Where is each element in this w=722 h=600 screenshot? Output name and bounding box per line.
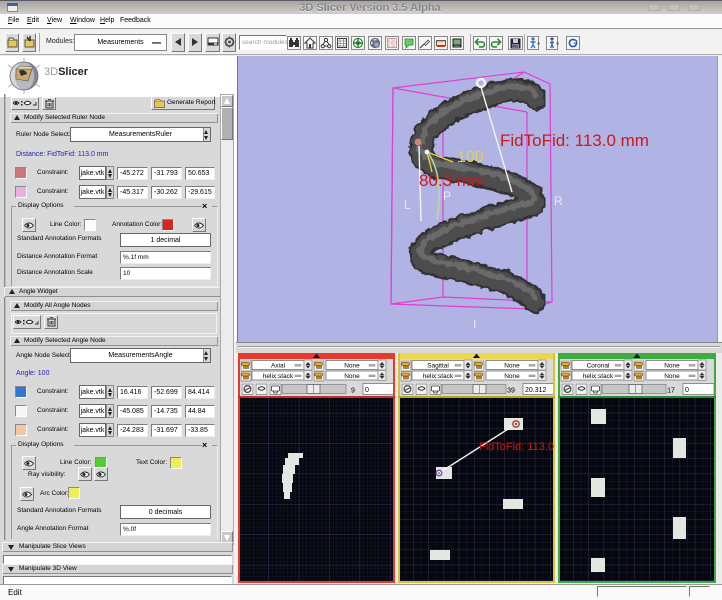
svg-text:None: None [664,373,680,380]
svg-text:17: 17 [667,388,675,395]
svg-text:P: P [443,189,451,203]
svg-text:39: 39 [507,388,515,395]
svg-text:0: 0 [393,44,395,48]
svg-text:FidToFid: 113.0: FidToFid: 113.0 [479,441,554,453]
svg-text:R: R [554,194,563,208]
svg-text:helix:stack: helix:stack [423,373,454,380]
svg-text:0: 0 [685,387,689,394]
svg-text:IMG: IMG [512,45,519,49]
svg-text:I: I [473,317,476,331]
svg-text:80.3 mm: 80.3 mm [419,171,485,190]
svg-text:Coronal: Coronal [587,363,610,370]
svg-text:None: None [504,373,520,380]
svg-text:0: 0 [388,44,390,48]
svg-text:9: 9 [351,388,355,395]
svg-text:None: None [344,363,360,370]
svg-text:helix:stack: helix:stack [263,373,294,380]
svg-text:0: 0 [365,387,369,394]
svg-text:None: None [664,363,680,370]
svg-text:100: 100 [457,149,484,166]
svg-text:FidToFid: 113.0 mm: FidToFid: 113.0 mm [500,131,649,150]
svg-text:helix:stack: helix:stack [583,373,614,380]
svg-text:Axial: Axial [271,363,286,370]
svg-text:0: 0 [388,39,390,43]
svg-text:Sagittal: Sagittal [427,363,449,370]
svg-text:None: None [344,373,360,380]
svg-text:0: 0 [393,39,395,43]
svg-text:None: None [504,363,520,370]
svg-text:L: L [404,198,411,212]
svg-text:20.312: 20.312 [525,387,547,394]
